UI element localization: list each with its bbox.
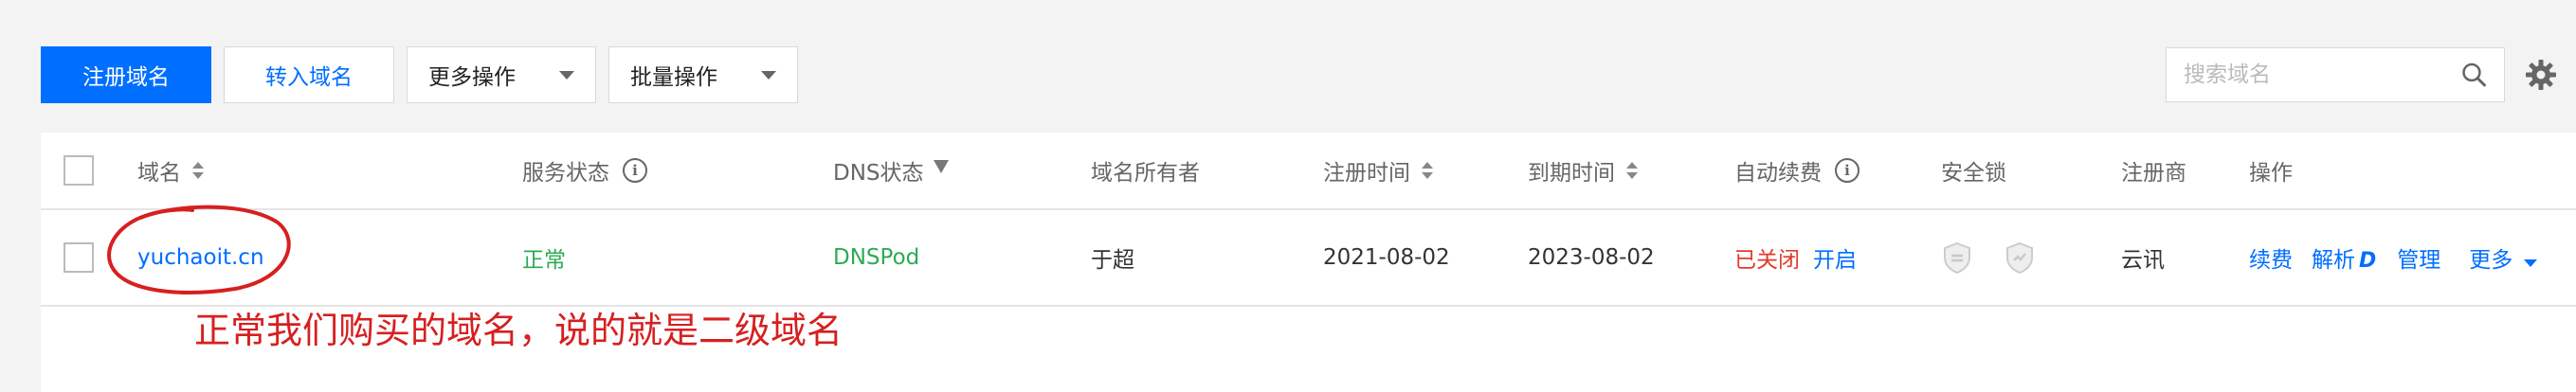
batch-operations-dropdown[interactable]: 批量操作 xyxy=(608,46,798,103)
more-actions-dropdown[interactable]: 更多 xyxy=(2469,241,2538,274)
header-register-time-label: 注册时间 xyxy=(1323,161,1410,186)
header-dns-status: DNS状态 xyxy=(833,133,949,208)
sort-icon[interactable] xyxy=(1626,162,1638,179)
select-all-cell xyxy=(63,133,94,208)
info-icon[interactable]: i xyxy=(1835,158,1859,183)
manage-link[interactable]: 管理 xyxy=(2397,241,2440,274)
more-operations-dropdown[interactable]: 更多操作 xyxy=(407,46,596,103)
table-header: 域名 服务状态 i DNS状态 域名所有者 注册时间 到期时间 自动续费 i 安… xyxy=(41,133,2576,210)
more-operations-label: 更多操作 xyxy=(428,65,516,90)
service-status-value: 正常 xyxy=(522,248,566,273)
search-box xyxy=(2166,47,2505,102)
register-domain-button[interactable]: 注册域名 xyxy=(41,46,211,103)
toolbar: 注册域名 转入域名 更多操作 批量操作 xyxy=(41,46,798,103)
filter-icon[interactable] xyxy=(933,160,949,173)
header-service-status-label: 服务状态 xyxy=(522,161,609,186)
sort-icon[interactable] xyxy=(192,162,204,179)
transfer-domain-button[interactable]: 转入域名 xyxy=(224,46,394,103)
select-all-checkbox[interactable] xyxy=(63,155,94,186)
auto-renew-enable-link[interactable]: 开启 xyxy=(1813,241,1857,274)
resolve-link[interactable]: 解析 D xyxy=(2312,241,2376,274)
shield-check-icon[interactable] xyxy=(2004,241,2036,274)
dns-status-value: DNSPod xyxy=(833,245,920,270)
header-auto-renew: 自动续费 i xyxy=(1734,133,1859,208)
header-expire-time[interactable]: 到期时间 xyxy=(1528,133,1638,208)
header-domain-label: 域名 xyxy=(137,161,181,186)
row-checkbox[interactable] xyxy=(63,242,94,273)
chevron-down-icon xyxy=(559,70,574,80)
header-dns-status-label: DNS状态 xyxy=(833,161,924,186)
header-actions: 操作 xyxy=(2249,133,2293,208)
auto-renew-cell: 已关闭 开启 xyxy=(1734,210,1857,305)
actions-cell: 续费 解析 D 管理 更多 xyxy=(2249,210,2538,305)
info-icon[interactable]: i xyxy=(623,158,647,183)
header-owner: 域名所有者 xyxy=(1091,133,1200,208)
auto-renew-state: 已关闭 xyxy=(1734,248,1800,273)
search-input[interactable] xyxy=(2184,62,2461,87)
search-icon[interactable] xyxy=(2461,60,2487,90)
owner-value: 于超 xyxy=(1091,248,1134,273)
domain-link[interactable]: yuchaoit.cn xyxy=(137,210,264,305)
header-registrar: 注册商 xyxy=(2121,133,2186,208)
registrar-value: 云讯 xyxy=(2121,248,2165,273)
sort-icon[interactable] xyxy=(1422,162,1433,179)
header-domain[interactable]: 域名 xyxy=(137,133,204,208)
dnspod-logo-icon: D xyxy=(2359,249,2377,273)
header-service-status: 服务状态 i xyxy=(522,133,647,208)
security-lock-cell xyxy=(1941,210,2036,305)
header-owner-label: 域名所有者 xyxy=(1091,161,1200,186)
row-select-cell xyxy=(63,210,94,305)
shield-lock-icon[interactable] xyxy=(1941,241,1973,274)
resolve-link-label: 解析 xyxy=(2312,248,2355,273)
table-row: yuchaoit.cn 正常 DNSPod 于超 2021-08-02 2023… xyxy=(41,210,2576,307)
more-actions-label: 更多 xyxy=(2469,248,2513,273)
annotation-text: 正常我们购买的域名，说的就是二级域名 xyxy=(194,310,844,351)
header-registrar-label: 注册商 xyxy=(2121,161,2186,186)
expire-time-value: 2023-08-02 xyxy=(1528,245,1655,270)
batch-operations-label: 批量操作 xyxy=(630,65,717,90)
register-time-value: 2021-08-02 xyxy=(1323,245,1450,270)
renew-link[interactable]: 续费 xyxy=(2249,241,2293,274)
header-security-lock: 安全锁 xyxy=(1941,133,2006,208)
chevron-down-icon xyxy=(761,70,776,80)
header-security-lock-label: 安全锁 xyxy=(1941,161,2006,186)
chevron-down-icon xyxy=(2524,259,2538,267)
gear-icon[interactable] xyxy=(2525,59,2557,91)
header-register-time[interactable]: 注册时间 xyxy=(1323,133,1433,208)
header-expire-time-label: 到期时间 xyxy=(1528,161,1615,186)
header-actions-label: 操作 xyxy=(2249,161,2293,186)
header-auto-renew-label: 自动续费 xyxy=(1734,161,1822,186)
